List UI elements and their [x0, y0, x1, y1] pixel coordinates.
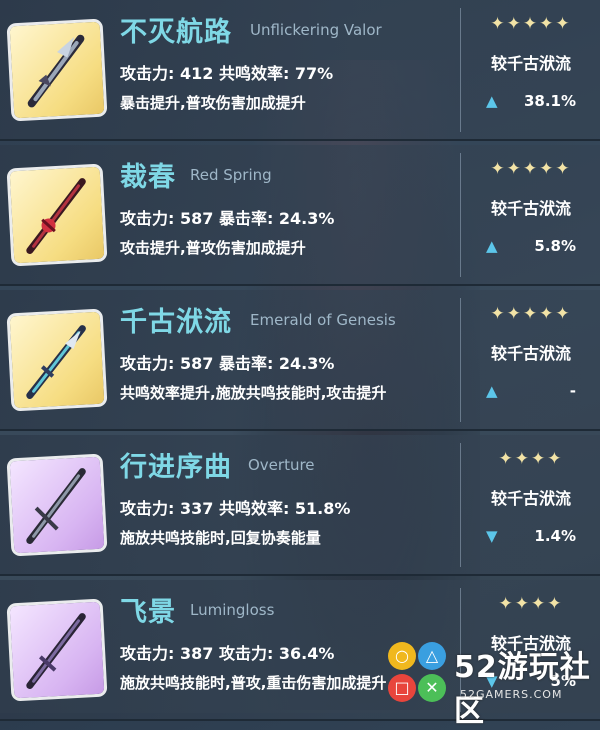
sword-icon: [27, 34, 85, 108]
rarity-stars: ✦✦✦✦: [498, 594, 564, 614]
weapon-thumbnail: [9, 456, 105, 554]
weapon-stats: 攻击力: 587 暴击率: 24.3%: [120, 354, 335, 373]
weapon-passive: 暴击提升,普攻伤害加成提升: [120, 94, 306, 112]
compare-label: 较千古洑流: [490, 489, 571, 508]
compare-diff: -: [569, 382, 576, 400]
circle-button-icon: ○: [388, 642, 416, 670]
square-button-icon: □: [388, 674, 416, 702]
up-arrow-icon: ▲: [486, 92, 498, 110]
weapon-thumbnail: [9, 21, 105, 119]
watermark-brand: 52游玩社区: [454, 650, 591, 729]
weapon-thumbnail: [9, 311, 105, 409]
up-arrow-icon: ▲: [486, 382, 498, 400]
weapon-row: 裁春 Red Spring 攻击力: 587 暴击率: 24.3% 攻击提升,普…: [0, 145, 600, 286]
weapon-passive: 共鸣效率提升,施放共鸣技能时,攻击提升: [120, 384, 387, 402]
compare-diff: 5.8%: [534, 237, 576, 255]
weapon-comparison-list: 不灭航路 Unflickering Valor 攻击力: 412 共鸣效率: 7…: [0, 0, 600, 721]
column-divider: [460, 443, 461, 567]
weapon-passive: 施放共鸣技能时,普攻,重击伤害加成提升: [120, 674, 387, 692]
weapon-stats: 攻击力: 387 攻击力: 36.4%: [120, 644, 335, 663]
weapon-name-zh: 飞景: [120, 597, 176, 628]
weapon-stats: 攻击力: 412 共鸣效率: 77%: [120, 64, 334, 83]
compare-label: 较千古洑流: [490, 344, 571, 363]
rarity-stars: ✦✦✦✦✦: [490, 159, 572, 179]
weapon-name-en: Overture: [248, 456, 315, 474]
compare-diff: 38.1%: [523, 92, 576, 110]
compare-label: 较千古洑流: [490, 199, 571, 218]
sword-icon: [26, 178, 86, 254]
rarity-stars: ✦✦✦✦: [498, 449, 564, 469]
weapon-thumbnail: [9, 166, 105, 264]
sword-icon: [26, 613, 86, 689]
column-divider: [460, 153, 461, 277]
weapon-passive: 施放共鸣技能时,回复协奏能量: [120, 529, 321, 547]
compare-label: 较千古洑流: [490, 54, 571, 73]
weapon-row: 行进序曲 Overture 攻击力: 337 共鸣效率: 51.8% 施放共鸣技…: [0, 435, 600, 576]
weapon-name-zh: 行进序曲: [120, 452, 232, 483]
weapon-name-en: Lumingloss: [190, 601, 275, 619]
weapon-stats: 攻击力: 337 共鸣效率: 51.8%: [120, 499, 351, 518]
sword-icon: [26, 325, 86, 399]
column-divider: [460, 8, 461, 132]
sword-icon: [26, 468, 86, 544]
weapon-thumbnail: [9, 601, 105, 699]
site-watermark: ○ △ □ ✕ 52游玩社区 52GAMERS.COM: [382, 640, 600, 729]
triangle-button-icon: △: [418, 642, 446, 670]
weapon-passive: 攻击提升,普攻伤害加成提升: [120, 239, 306, 257]
down-arrow-icon: ▼: [486, 527, 498, 545]
weapon-name-zh: 千古洑流: [120, 307, 232, 338]
weapon-row: 不灭航路 Unflickering Valor 攻击力: 412 共鸣效率: 7…: [0, 0, 600, 141]
weapon-name-en: Emerald of Genesis: [250, 311, 396, 329]
up-arrow-icon: ▲: [486, 237, 498, 255]
weapon-row: 千古洑流 Emerald of Genesis 攻击力: 587 暴击率: 24…: [0, 290, 600, 431]
cross-button-icon: ✕: [418, 674, 446, 702]
weapon-name-en: Red Spring: [190, 166, 272, 184]
weapon-name-zh: 不灭航路: [120, 17, 232, 48]
weapon-name-zh: 裁春: [120, 162, 176, 193]
rarity-stars: ✦✦✦✦✦: [490, 14, 572, 34]
watermark-url: 52GAMERS.COM: [460, 688, 563, 701]
weapon-name-en: Unflickering Valor: [250, 21, 382, 39]
weapon-stats: 攻击力: 587 暴击率: 24.3%: [120, 209, 335, 228]
column-divider: [460, 298, 461, 422]
compare-diff: 1.4%: [534, 527, 576, 545]
rarity-stars: ✦✦✦✦✦: [490, 304, 572, 324]
